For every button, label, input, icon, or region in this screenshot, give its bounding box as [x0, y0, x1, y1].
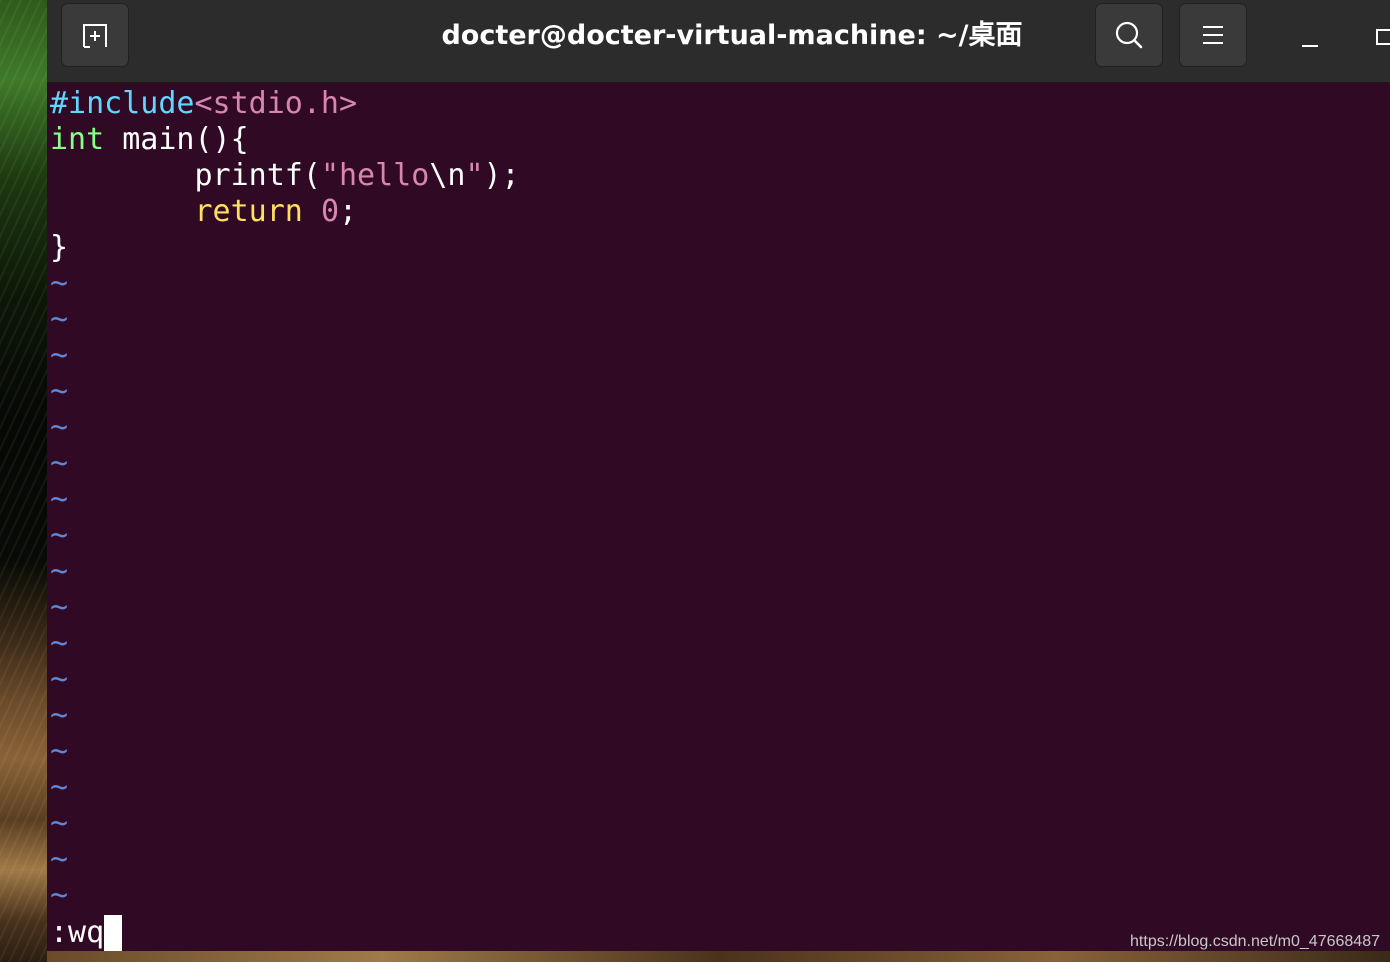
search-button[interactable] — [1095, 3, 1163, 67]
empty-line-marker: ~ — [50, 662, 69, 697]
hamburger-menu-icon — [1203, 26, 1223, 44]
code-line-3: printf("hello\n"); — [50, 158, 520, 194]
watermark: https://blog.csdn.net/m0_47668487 — [1130, 933, 1380, 950]
number-literal: 0 — [320, 194, 339, 229]
empty-line-marker: ~ — [50, 446, 69, 481]
command-line[interactable]: :wq — [50, 915, 123, 951]
vim-editor[interactable]: #include<stdio.h> int main(){ printf("he… — [50, 86, 1390, 951]
empty-line-marker: ~ — [50, 626, 69, 661]
terminal-window: docter@docter-virtual-machine: ~/桌面 #inc… — [47, 0, 1390, 951]
maximize-icon — [1376, 29, 1390, 45]
statement-end: ; — [339, 194, 358, 229]
type-keyword: int — [50, 122, 105, 157]
empty-line-marker: ~ — [50, 590, 69, 625]
code-line-2: int main(){ — [50, 122, 249, 158]
statement-end: ); — [483, 158, 520, 193]
empty-line-marker: ~ — [50, 518, 69, 553]
code-line-1: #include<stdio.h> — [50, 86, 357, 122]
empty-line-marker: ~ — [50, 374, 69, 409]
code-line-5: } — [50, 230, 69, 265]
empty-line-marker: ~ — [50, 770, 69, 805]
command-text: :wq — [50, 915, 105, 950]
window-title: docter@docter-virtual-machine: ~/桌面 — [441, 20, 1023, 51]
empty-line-marker: ~ — [50, 842, 69, 877]
function-signature: main(){ — [104, 122, 249, 157]
empty-line-marker: ~ — [50, 338, 69, 373]
empty-line-marker: ~ — [50, 410, 69, 445]
empty-line-marker: ~ — [50, 302, 69, 337]
empty-line-marker: ~ — [50, 482, 69, 517]
new-tab-icon — [83, 24, 107, 48]
code-line-4: return 0; — [50, 194, 358, 230]
printf-call: printf( — [194, 158, 321, 193]
empty-line-marker: ~ — [50, 698, 69, 733]
headerbar: docter@docter-virtual-machine: ~/桌面 — [47, 0, 1390, 83]
string-literal-open: "hello — [320, 158, 430, 193]
menu-button[interactable] — [1179, 3, 1247, 67]
include-header: <stdio.h> — [194, 86, 358, 121]
string-literal-close: " — [465, 158, 484, 193]
return-keyword: return — [194, 194, 303, 229]
minimize-icon — [1302, 45, 1318, 47]
text-cursor — [104, 915, 123, 951]
new-tab-button[interactable] — [61, 3, 129, 67]
empty-line-marker: ~ — [50, 266, 69, 301]
maximize-button[interactable] — [1375, 20, 1390, 56]
desktop-wallpaper-bottom — [47, 951, 1390, 962]
empty-line-marker: ~ — [50, 734, 69, 769]
escape-sequence: \n — [429, 158, 466, 193]
empty-line-marker: ~ — [50, 554, 69, 589]
preprocessor-directive: #include — [50, 86, 195, 121]
empty-line-marker: ~ — [50, 806, 69, 841]
minimize-button[interactable] — [1295, 20, 1325, 56]
desktop-wallpaper — [0, 0, 47, 962]
search-icon — [1115, 21, 1143, 49]
empty-line-marker: ~ — [50, 878, 69, 913]
